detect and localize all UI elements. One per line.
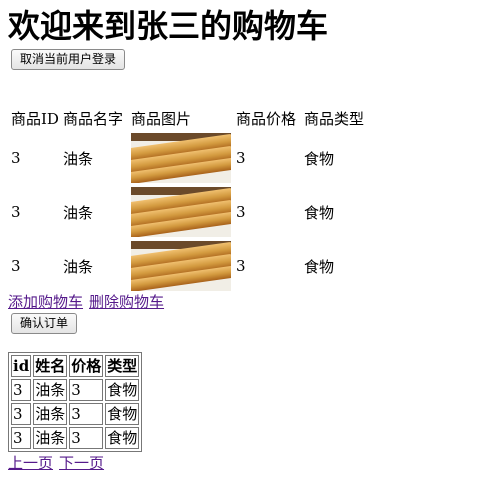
order-name-cell: 油条 [33, 403, 68, 425]
column-header-price: 价格 [69, 355, 104, 377]
column-header-product-id: 商品ID [11, 110, 59, 128]
product-price-cell: 3 [235, 149, 246, 167]
table-row: 3 油条 3 食物 [11, 403, 140, 425]
column-header-name: 姓名 [33, 355, 68, 377]
pagination: 上一页 下一页 [8, 452, 104, 473]
order-id-cell: 3 [11, 379, 32, 401]
logout-button[interactable]: 取消当前用户登录 [11, 49, 126, 70]
next-page-link[interactable]: 下一页 [59, 454, 104, 472]
column-header-product-name: 商品名字 [62, 110, 123, 128]
product-id-cell: 3 [11, 257, 21, 275]
order-type-cell: 食物 [105, 379, 140, 401]
column-header-product-type: 商品类型 [303, 110, 364, 128]
product-id-cell: 3 [11, 149, 21, 167]
confirm-order-button[interactable]: 确认订单 [11, 313, 78, 334]
column-header-product-image: 商品图片 [130, 110, 191, 128]
order-id-cell: 3 [11, 403, 32, 425]
table-row: 3 油条 3 食物 [10, 186, 369, 238]
page-title: 欢迎来到张三的购物车 [8, 7, 329, 45]
order-table: id 姓名 价格 类型 3 油条 3 食物 3 油条 3 食物 3 油条 3 食… [8, 352, 143, 452]
product-image-cell [130, 132, 233, 184]
product-price-cell: 3 [235, 257, 246, 275]
product-image-cell [130, 186, 233, 238]
table-row: 3 油条 3 食物 [10, 240, 369, 292]
product-type-cell: 食物 [303, 257, 334, 276]
order-header-row: id 姓名 价格 类型 [11, 355, 140, 377]
column-header-id: id [11, 355, 32, 377]
column-header-type: 类型 [105, 355, 140, 377]
order-price-cell: 3 [69, 427, 104, 449]
order-price-cell: 3 [69, 379, 104, 401]
product-id-cell: 3 [11, 203, 21, 221]
product-name-cell: 油条 [62, 257, 93, 276]
cart-actions: 添加购物车 删除购物车 [8, 291, 164, 312]
product-name-cell: 油条 [62, 203, 93, 222]
table-row: 3 油条 3 食物 [10, 132, 369, 184]
order-id-cell: 3 [11, 427, 32, 449]
order-price-cell: 3 [69, 403, 104, 425]
order-type-cell: 食物 [105, 403, 140, 425]
youtiao-image [130, 187, 231, 237]
column-header-product-price: 商品价格 [235, 110, 296, 128]
product-type-cell: 食物 [303, 203, 334, 222]
delete-from-cart-link[interactable]: 删除购物车 [89, 293, 164, 311]
cart-table: 商品ID 商品名字 商品图片 商品价格 商品类型 3 油条 3 食物 3 油条 … [8, 105, 371, 294]
youtiao-image [130, 133, 231, 183]
product-price-cell: 3 [235, 203, 246, 221]
order-type-cell: 食物 [105, 427, 140, 449]
cart-header-row: 商品ID 商品名字 商品图片 商品价格 商品类型 [10, 107, 369, 130]
add-to-cart-link[interactable]: 添加购物车 [8, 293, 83, 311]
prev-page-link[interactable]: 上一页 [8, 454, 53, 472]
order-name-cell: 油条 [33, 379, 68, 401]
table-row: 3 油条 3 食物 [11, 379, 140, 401]
table-row: 3 油条 3 食物 [11, 427, 140, 449]
product-name-cell: 油条 [62, 149, 93, 168]
order-name-cell: 油条 [33, 427, 68, 449]
youtiao-image [130, 241, 231, 291]
product-type-cell: 食物 [303, 149, 334, 168]
product-image-cell [130, 240, 233, 292]
